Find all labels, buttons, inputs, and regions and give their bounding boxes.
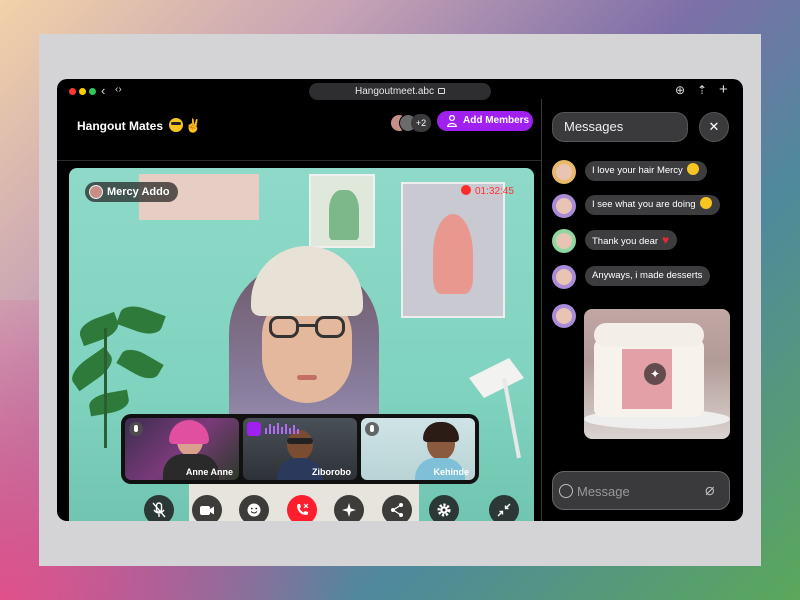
add-members-button[interactable]: Add Members — [437, 111, 533, 131]
participant-strip: Anne Anne Ziborobo Kehinde — [121, 414, 479, 484]
avatar — [552, 194, 576, 218]
collapse-icon — [497, 503, 511, 517]
emoji-button[interactable] — [239, 495, 269, 521]
minimize-button[interactable] — [489, 495, 519, 521]
heart-eyes-emoji-icon — [686, 163, 699, 175]
url-text: Hangoutmeet.abc — [355, 86, 434, 97]
gear-icon — [437, 503, 451, 517]
close-icon: ✕ — [708, 119, 720, 134]
smiley-icon — [247, 503, 261, 517]
close-window-dot[interactable] — [69, 88, 76, 95]
message-text: I see what you are doing — [592, 199, 696, 210]
heart-icon: ♥ — [662, 233, 670, 247]
mic-off-icon — [365, 422, 379, 436]
message-bubble: Anyways, i made desserts — [585, 266, 711, 286]
end-call-button[interactable] — [287, 495, 317, 521]
message-bubble: I see what you are doing — [585, 195, 720, 215]
avatar — [552, 160, 576, 184]
new-tab-icon[interactable]: + — [719, 81, 728, 98]
settings-button[interactable] — [429, 495, 459, 521]
share-button[interactable] — [382, 495, 412, 521]
wall-poster — [401, 182, 505, 318]
code-icon[interactable]: ‹› — [115, 84, 122, 95]
person-beanie — [251, 246, 363, 316]
recording-time: 01:32:45 — [475, 186, 514, 197]
back-icon[interactable]: ‹ — [101, 83, 105, 98]
glasses-image — [269, 316, 347, 338]
speaker-avatar — [89, 185, 103, 199]
address-bar[interactable]: Hangoutmeet.abc — [309, 83, 491, 100]
mic-off-icon — [152, 502, 166, 518]
participant-tile[interactable]: Kehinde — [361, 418, 475, 480]
avatar — [552, 229, 576, 253]
participant-tile[interactable]: Anne Anne — [125, 418, 239, 480]
minimize-window-dot[interactable] — [79, 88, 86, 95]
close-chat-button[interactable]: ✕ — [699, 112, 729, 142]
message-input[interactable] — [577, 480, 697, 502]
message-text: Thank you dear — [592, 236, 659, 247]
emoji-picker-icon[interactable] — [559, 484, 573, 498]
participant-name: Anne Anne — [185, 467, 233, 477]
message-text: Anyways, i made desserts — [592, 270, 703, 281]
sparkle-icon[interactable]: ✦ — [644, 363, 666, 385]
extra-members-count: +2 — [411, 114, 431, 132]
speaker-name-tag: Mercy Addo — [85, 182, 178, 202]
share-icon — [391, 503, 403, 517]
message-bubble: Thank you dear ♥ — [585, 230, 678, 250]
add-members-label: Add Members — [463, 115, 530, 126]
message-bubble: I love your hair Mercy — [585, 161, 707, 181]
room-title-text: Hangout Mates — [77, 119, 164, 133]
sparkle-icon — [342, 503, 356, 517]
mute-button[interactable] — [144, 495, 174, 521]
avatar — [552, 265, 576, 289]
record-dot-icon — [461, 185, 471, 195]
effects-button[interactable] — [334, 495, 364, 521]
participant-tile[interactable]: Ziborobo — [243, 418, 357, 480]
app-window: ‹ ‹› Hangoutmeet.abc ⊕ ⇡ + Hangout Mates… — [57, 79, 743, 521]
message-text: I love your hair Mercy — [592, 165, 683, 176]
wall-poster — [309, 174, 375, 248]
cool-emoji-icon — [169, 118, 184, 132]
speaking-indicator — [247, 422, 313, 436]
lock-icon — [437, 88, 445, 94]
person-mouth — [297, 375, 317, 380]
peace-emoji-icon: ✌ — [185, 118, 202, 133]
header-divider — [57, 160, 541, 161]
participant-name: Kehinde — [433, 467, 469, 477]
attachment-icon[interactable]: ⌀ — [705, 480, 715, 500]
phone-end-icon — [297, 503, 309, 515]
mic-off-icon — [129, 422, 143, 436]
call-panel: Hangout Mates ✌ +2 Add Members Mercy Add… — [57, 105, 541, 521]
chat-panel: Messages ✕ I love your hair Mercy I see … — [542, 105, 743, 521]
recording-indicator: 01:32:45 — [461, 185, 514, 197]
wink-emoji-icon — [699, 197, 712, 209]
message-composer: ⌀ — [552, 471, 730, 510]
avatar — [552, 304, 576, 328]
maximize-window-dot[interactable] — [89, 88, 96, 95]
user-icon — [447, 115, 457, 127]
messages-title: Messages — [552, 112, 688, 142]
speaker-name: Mercy Addo — [107, 186, 170, 198]
participant-name: Ziborobo — [312, 467, 351, 477]
upload-icon[interactable]: ⇡ — [697, 83, 707, 97]
main-video: Mercy Addo 01:32:45 Anne Anne Ziborobo K… — [69, 168, 534, 521]
room-title: Hangout Mates ✌ — [77, 116, 202, 134]
cake-image-message[interactable]: ✦ — [584, 309, 730, 439]
camera-button[interactable] — [192, 495, 222, 521]
video-camera-icon — [200, 506, 214, 515]
browser-titlebar: ‹ ‹› Hangoutmeet.abc ⊕ ⇡ + — [57, 79, 743, 105]
download-icon[interactable]: ⊕ — [675, 83, 685, 97]
